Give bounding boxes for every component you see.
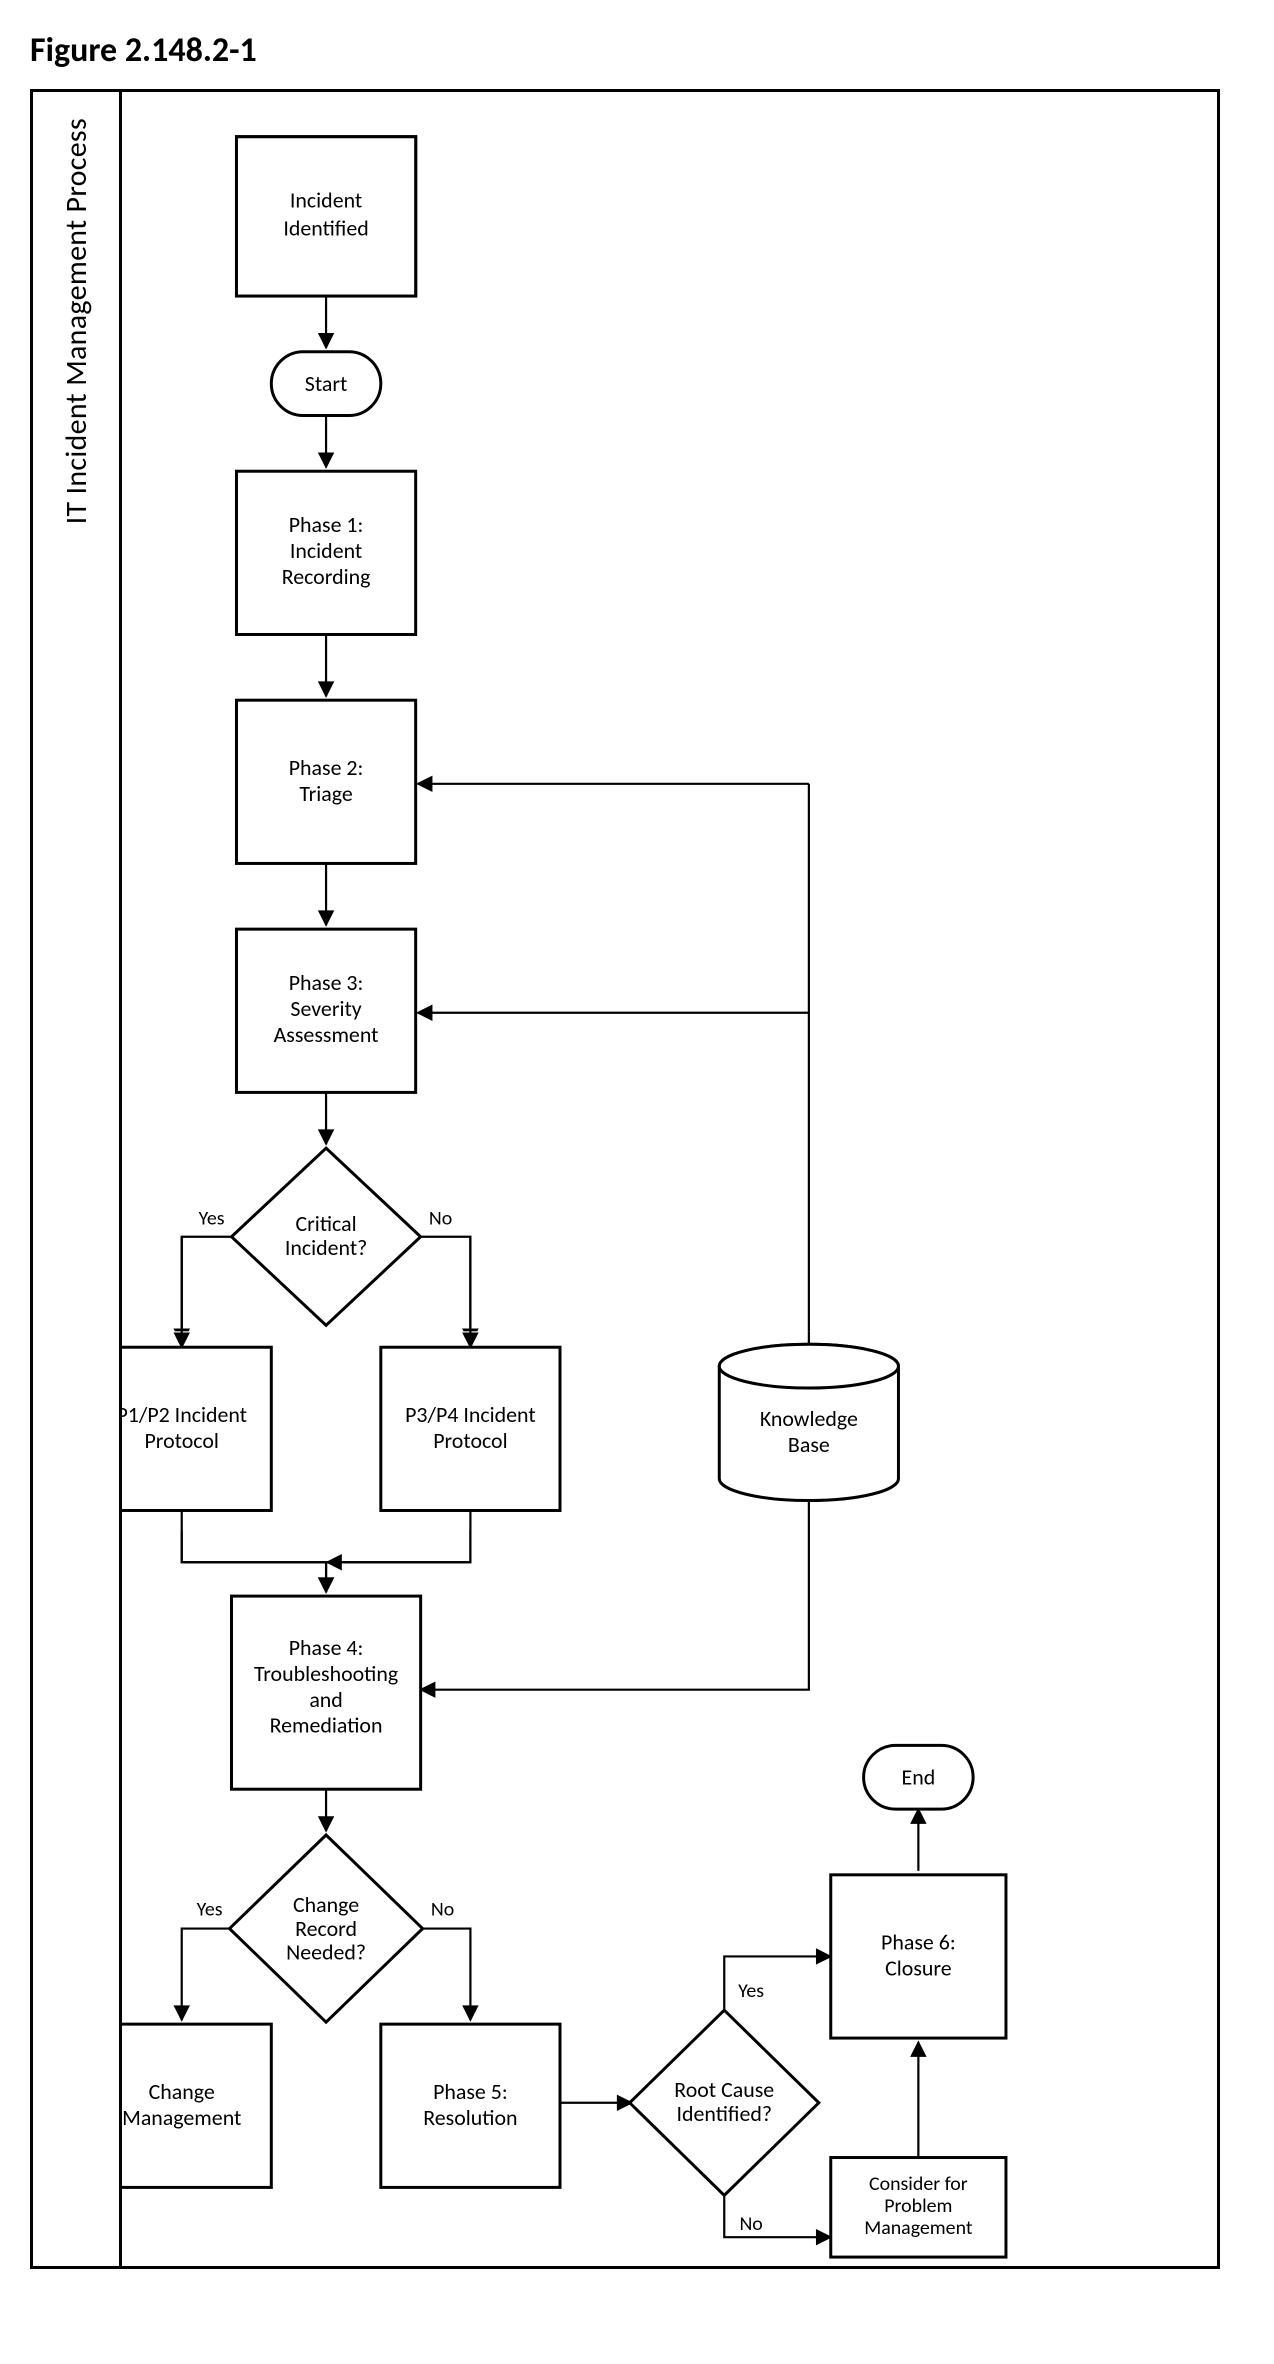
svg-text:Phase 3:: Phase 3:	[289, 969, 364, 996]
node-p34-protocol: P3/P4 Incident Protocol	[381, 1347, 560, 1510]
svg-text:Protocol: Protocol	[145, 1427, 219, 1454]
node-start: Start	[271, 352, 381, 416]
svg-text:Incident: Incident	[290, 537, 362, 564]
node-knowledge-base: Knowledge Base	[719, 1344, 898, 1500]
svg-text:Severity: Severity	[290, 995, 361, 1022]
node-phase6: Phase 6: Closure	[831, 1875, 1006, 2038]
label-no-2: No	[431, 1897, 454, 1921]
label-yes-3: Yes	[738, 1979, 764, 2003]
svg-text:Recording: Recording	[282, 563, 371, 590]
svg-text:P3/P4 Incident: P3/P4 Incident	[405, 1401, 536, 1428]
svg-text:P1/P2 Incident: P1/P2 Incident	[122, 1401, 247, 1428]
label-no: No	[429, 1207, 452, 1231]
text-start: Start	[305, 370, 348, 397]
svg-text:Base: Base	[788, 1431, 830, 1458]
caption-text: IT Incident Management Process	[58, 92, 95, 550]
svg-text:Phase 2:: Phase 2:	[289, 754, 364, 781]
svg-text:Needed?: Needed?	[286, 1939, 366, 1966]
svg-text:Triage: Triage	[299, 780, 353, 807]
node-phase3: Phase 3: Severity Assessment	[236, 929, 415, 1092]
label-yes-2: Yes	[197, 1897, 223, 1921]
label-no-3: No	[739, 2212, 762, 2236]
svg-text:Identified?: Identified?	[676, 2100, 772, 2127]
text-end: End	[902, 1763, 936, 1790]
diagram: Incident Identified Incident Identified …	[122, 92, 1217, 2266]
node-p12-protocol: P1/P2 Incident Protocol	[122, 1347, 271, 1510]
node-phase1: Phase 1: Incident Recording	[236, 471, 415, 634]
svg-text:Management: Management	[122, 2104, 241, 2131]
svg-text:and: and	[309, 1686, 343, 1713]
node-incident-identified: Incident Identified	[236, 137, 415, 296]
svg-text:Incident?: Incident?	[285, 1234, 367, 1261]
svg-text:Closure: Closure	[885, 1955, 952, 1982]
svg-text:Protocol: Protocol	[433, 1427, 507, 1454]
svg-text:Change: Change	[149, 2078, 215, 2105]
node-change-management: Change Management	[122, 2024, 271, 2187]
svg-text:Identified: Identified	[283, 215, 368, 242]
figure-label: Figure 2.148.2-1	[30, 30, 1244, 71]
svg-text:Phase 6:: Phase 6:	[881, 1929, 956, 1956]
svg-text:Problem: Problem	[884, 2194, 952, 2218]
node-end: End	[864, 1745, 974, 1809]
svg-text:Incident: Incident	[290, 187, 362, 214]
svg-text:Troubleshooting: Troubleshooting	[254, 1660, 398, 1687]
node-critical-decision: Critical Incident?	[232, 1148, 421, 1325]
caption-column: IT Incident Management Process	[33, 92, 122, 2266]
node-phase5: Phase 5: Resolution	[381, 2024, 560, 2187]
svg-text:Knowledge: Knowledge	[760, 1405, 858, 1432]
svg-text:Phase 4:: Phase 4:	[289, 1634, 364, 1661]
svg-text:Remediation: Remediation	[270, 1712, 383, 1739]
figure-frame: IT Incident Management Process	[30, 89, 1220, 2269]
svg-text:Management: Management	[864, 2216, 973, 2240]
node-phase2: Phase 2: Triage	[236, 700, 415, 863]
svg-text:Phase 1:: Phase 1:	[289, 511, 364, 538]
svg-text:Assessment: Assessment	[274, 1021, 379, 1048]
svg-text:Resolution: Resolution	[423, 2104, 517, 2131]
label-yes: Yes	[199, 1207, 225, 1231]
svg-text:Phase 5:: Phase 5:	[433, 2078, 508, 2105]
svg-text:Consider for: Consider for	[869, 2172, 968, 2196]
node-phase4: Phase 4: Troubleshooting and Remediation	[232, 1596, 421, 1789]
node-consider-problem: Consider for Problem Management	[831, 2158, 1006, 2258]
